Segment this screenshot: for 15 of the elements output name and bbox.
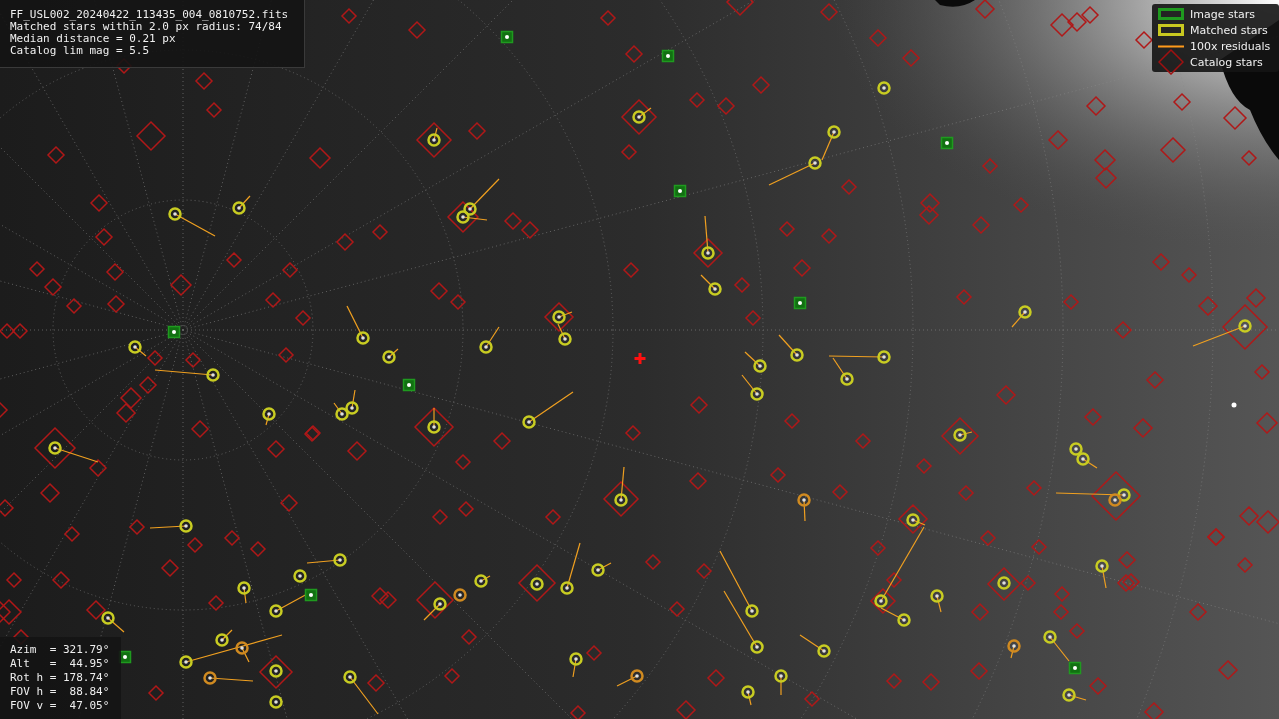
- pointing-text: Rot h = 178.74°: [10, 671, 111, 685]
- pointing-text: FOV h = 88.84°: [10, 685, 111, 699]
- info-text: Matched stars within 2.0 px radius: 74/84: [10, 21, 282, 33]
- info-text: Median distance = 0.21 px: [10, 33, 177, 45]
- pointing-text: Azim = 321.79°: [10, 643, 111, 657]
- line-icon: [1158, 44, 1184, 48]
- pointing-text: FOV v = 47.05°: [10, 699, 111, 713]
- diamond-icon: [1158, 49, 1184, 75]
- pointing-text: Alt = 44.95°: [10, 657, 111, 671]
- info-text: FF_USL002_20240422_113435_004_0810752.fits: [10, 9, 290, 21]
- legend-label: Matched stars: [1190, 23, 1268, 37]
- info-text: Catalog lim mag = 5.5: [10, 45, 151, 57]
- legend-label: Image stars: [1190, 7, 1255, 21]
- legend-label: 100x residuals: [1190, 39, 1271, 53]
- legend-label: Catalog stars: [1190, 55, 1263, 69]
